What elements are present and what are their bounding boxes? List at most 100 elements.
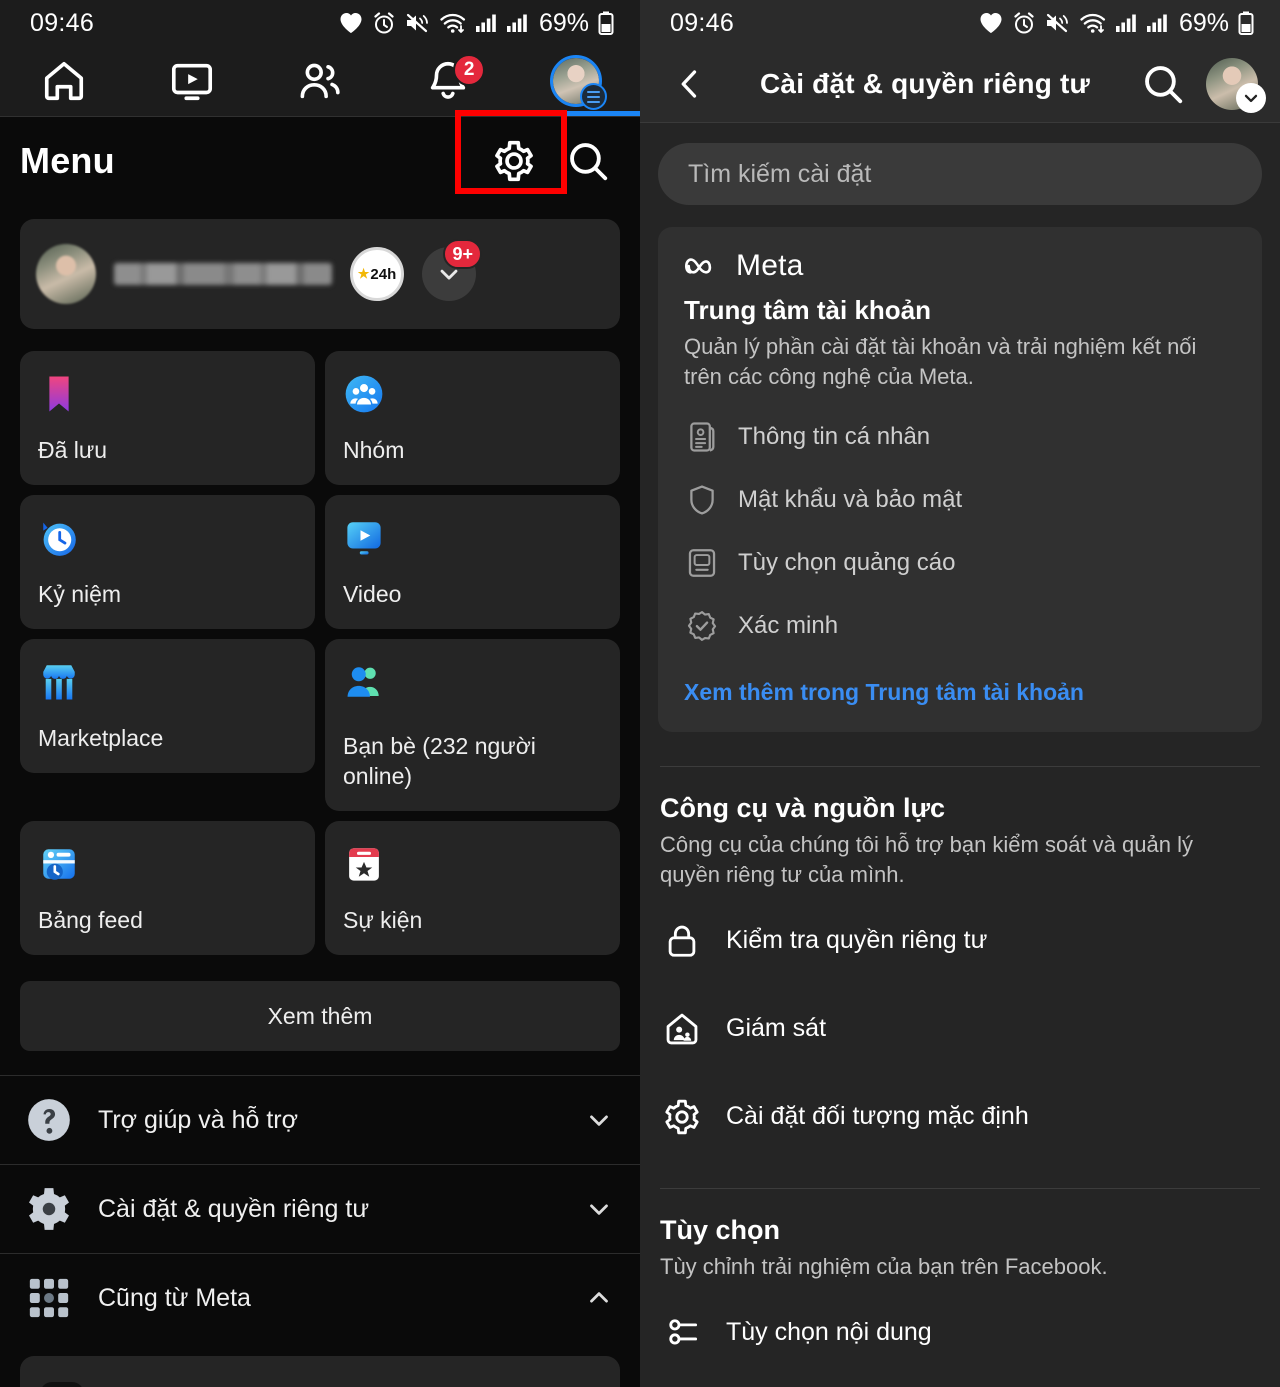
profile-notification-badge: 9+ <box>443 239 482 269</box>
hamburger-menu-icon <box>580 83 607 110</box>
signal-icon <box>1115 14 1136 32</box>
row-reaction-preferences[interactable]: Tùy chọn về cảm xúc <box>640 1383 1280 1387</box>
nav-avatar[interactable] <box>550 55 607 110</box>
tile-label: Marketplace <box>38 724 164 751</box>
accordion-label: Cũng từ Meta <box>98 1283 251 1312</box>
see-more-button[interactable]: Xem thêm <box>20 981 620 1051</box>
tile-events[interactable]: Sự kiện <box>325 821 620 955</box>
accordion-help-and-support[interactable]: Trợ giúp và hỗ trợ <box>0 1076 640 1164</box>
menu-header: Menu <box>0 117 640 205</box>
section-heading-tools: Công cụ và nguồn lực <box>660 793 946 824</box>
alarm-icon <box>374 12 394 34</box>
accordion-settings-and-privacy[interactable]: Cài đặt & quyền riêng tư <box>0 1165 640 1253</box>
status-time: 09:46 <box>30 8 95 37</box>
lock-icon <box>660 919 704 963</box>
meta-app-threads[interactable]: Threads <box>20 1356 620 1387</box>
tile-saved[interactable]: Đã lưu <box>20 351 315 485</box>
meta-item-ad-preferences[interactable]: Tùy chọn quảng cáo <box>658 535 1262 590</box>
row-label: Kiểm tra quyền riêng tư <box>726 926 988 955</box>
friends-people-icon <box>347 667 379 697</box>
ad-monitor-icon <box>684 545 720 581</box>
status-icons: 69% <box>339 9 614 38</box>
battery-icon <box>598 11 614 35</box>
gear-icon <box>495 140 533 182</box>
story-24h-badge[interactable]: ★ 24h <box>350 247 404 301</box>
feeds-icon <box>43 849 75 880</box>
meta-infinity-icon <box>684 258 712 274</box>
wifi-icon <box>440 13 466 33</box>
section-description-preferences: Tùy chỉnh trải nghiệm của bạn trên Faceb… <box>660 1253 1108 1279</box>
account-avatar-button[interactable] <box>1206 58 1266 113</box>
signal-icon <box>506 14 527 32</box>
tile-memories[interactable]: Kỷ niệm <box>20 495 315 629</box>
meta-item-verification[interactable]: Xác minh <box>658 598 1262 653</box>
heart-icon <box>980 13 1002 33</box>
row-privacy-checkup[interactable]: Kiểm tra quyền riêng tư <box>640 904 1280 978</box>
chevron-up-icon <box>590 1292 608 1303</box>
tile-marketplace[interactable]: Marketplace <box>20 639 315 773</box>
search-input[interactable]: Tìm kiếm cài đặt <box>658 143 1262 205</box>
status-bar-left: 09:46 69% <box>0 0 640 46</box>
sidebar-item-notifications[interactable]: 2 <box>384 46 512 116</box>
meta-brand-row: Meta <box>658 249 1262 283</box>
verified-badge-icon <box>684 608 720 644</box>
tile-feeds[interactable]: Bảng feed <box>20 821 315 955</box>
section-description-tools: Công cụ của chúng tôi hỗ trợ bạn kiểm so… <box>660 832 1193 888</box>
accordion-label: Trợ giúp và hỗ trợ <box>98 1105 298 1134</box>
row-default-audience-settings[interactable]: Cài đặt đối tượng mặc định <box>640 1080 1280 1154</box>
meta-item-password-security[interactable]: Mật khẩu và bảo mật <box>658 472 1262 527</box>
row-supervision[interactable]: Giám sát <box>640 992 1280 1066</box>
tile-label: Sự kiện <box>343 906 423 933</box>
chevron-down-icon <box>590 1204 608 1215</box>
account-center-see-more-link[interactable]: Xem thêm trong Trung tâm tài khoản <box>658 653 1262 706</box>
account-center-description: Quản lý phần cài đặt tài khoản và trải n… <box>684 334 1197 389</box>
sidebar-item-friends[interactable] <box>256 46 384 116</box>
meta-item-label: Thông tin cá nhân <box>738 422 931 450</box>
sidebar-item-video[interactable] <box>128 46 256 116</box>
left-scroll-area: Menu ★ 24h 9+ Đã lưu Nhóm Kỷ niệm Video … <box>0 117 640 1387</box>
search-icon <box>570 143 608 181</box>
heart-icon <box>340 13 362 33</box>
menu-tiles-grid: Đã lưu Nhóm Kỷ niệm Video Marketplace Bạ… <box>20 351 620 955</box>
status-time: 09:46 <box>670 8 735 37</box>
bookmark-icon <box>49 376 69 412</box>
events-calendar-icon <box>349 848 379 881</box>
battery-icon <box>1238 11 1254 35</box>
wifi-icon <box>1080 13 1106 33</box>
status-bar-right: 09:46 69% <box>640 0 1280 46</box>
search-button[interactable] <box>1136 57 1190 111</box>
apps-grid-icon <box>22 1271 76 1325</box>
meta-item-personal-info[interactable]: Thông tin cá nhân <box>658 409 1262 464</box>
notification-badge: 2 <box>453 54 486 86</box>
profile-expand-button[interactable]: 9+ <box>422 239 482 301</box>
back-button[interactable] <box>666 60 714 108</box>
accordion-also-from-meta[interactable]: Cũng từ Meta <box>0 1254 640 1342</box>
sidebar-item-menu[interactable] <box>512 46 640 116</box>
tile-video[interactable]: Video <box>325 495 620 629</box>
home-icon <box>44 61 84 101</box>
signal-icon <box>1146 14 1167 32</box>
menu-search-button[interactable] <box>560 133 616 189</box>
mute-vibrate-icon <box>1046 13 1068 33</box>
meta-item-label: Tùy chọn quảng cáo <box>738 548 956 576</box>
status-icons: 69% <box>979 9 1254 38</box>
active-tab-underline <box>517 111 640 116</box>
tile-friends[interactable]: Bạn bè (232 người online) <box>325 639 620 811</box>
row-label: Cài đặt đối tượng mặc định <box>726 1102 1029 1131</box>
section-heading-preferences: Tùy chọn <box>660 1214 780 1245</box>
meta-brand-label: Meta <box>736 249 804 282</box>
threads-icon <box>40 1382 84 1387</box>
tile-label: Nhóm <box>343 436 405 463</box>
memories-clock-icon <box>43 522 76 556</box>
profile-card[interactable]: ★ 24h 9+ <box>20 219 620 329</box>
avatar <box>36 244 96 304</box>
tile-groups[interactable]: Nhóm <box>325 351 620 485</box>
account-center-heading: Trung tâm tài khoản <box>684 295 932 325</box>
star-icon: ★ <box>357 266 370 281</box>
story-badge-label: 24h <box>370 265 397 283</box>
battery-percent: 69% <box>538 8 589 37</box>
row-content-preferences[interactable]: Tùy chọn nội dung <box>640 1295 1280 1369</box>
settings-gear-button[interactable] <box>486 133 542 189</box>
sidebar-item-home[interactable] <box>0 46 128 116</box>
page-title: Cài đặt & quyền riêng tư <box>760 68 1090 99</box>
